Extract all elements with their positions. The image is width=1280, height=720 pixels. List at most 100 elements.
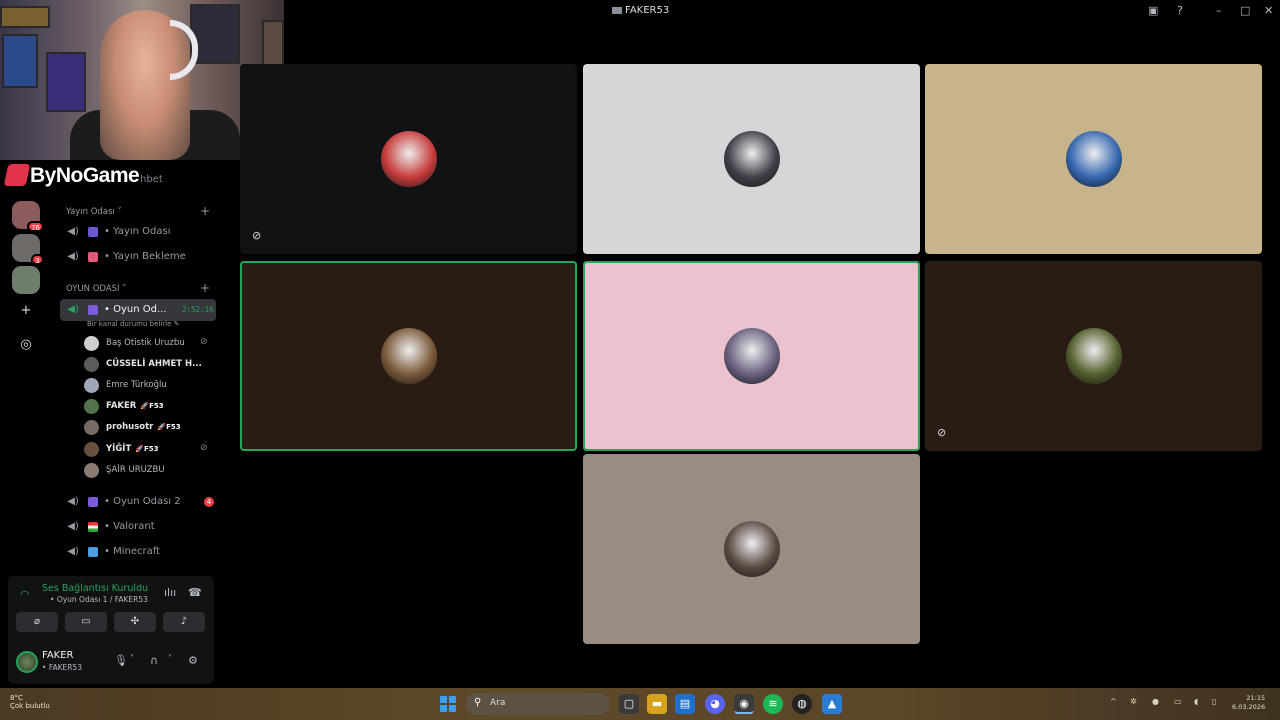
participant-tile[interactable]: ⊘ xyxy=(240,64,577,254)
battery-icon[interactable]: ▯ xyxy=(1212,697,1216,706)
taskbar-search[interactable]: ⚲ Ara xyxy=(466,693,610,715)
channel-oyun-odasi-2[interactable]: ◀) • Oyun Odası 2 4 xyxy=(60,491,216,513)
file-explorer-icon[interactable]: ▬ xyxy=(647,694,667,714)
speaker-icon: ◀) xyxy=(67,304,79,315)
window-title: FAKER53 xyxy=(612,5,669,16)
member-name: prohusotr 🚀F53 xyxy=(106,422,181,432)
brand-logo-icon xyxy=(3,164,31,186)
participant-tile[interactable] xyxy=(925,64,1262,254)
create-channel-icon[interactable]: + xyxy=(200,281,210,295)
avatar xyxy=(723,131,780,187)
chrome-icon[interactable]: ◉ xyxy=(734,694,754,714)
channel-yayin-bekleme[interactable]: ◀) • Yayın Bekleme xyxy=(60,246,216,268)
participant-tile[interactable] xyxy=(583,454,920,644)
voice-connection-panel: ◠ Ses Bağlantısı Kuruldu • Oyun Odası 1 … xyxy=(8,576,214,684)
channel-minecraft[interactable]: ◀) • Minecraft xyxy=(60,541,216,563)
system-clock[interactable]: 21:15 6.03.2026 xyxy=(1232,694,1265,712)
add-server-icon[interactable]: + xyxy=(17,302,35,320)
inbox-icon[interactable]: ▣ xyxy=(1148,4,1158,17)
unread-badge: 76 xyxy=(27,221,44,232)
network-icon[interactable]: ▭ xyxy=(1174,697,1182,706)
server-icon[interactable]: 76 xyxy=(12,201,44,232)
category-oyun[interactable]: OYUN ODASI ˅ xyxy=(66,284,126,294)
unread-badge: 3 xyxy=(31,254,44,265)
avatar xyxy=(84,442,99,457)
participant-tile[interactable] xyxy=(583,261,920,451)
server-icon[interactable] xyxy=(12,266,40,294)
avatar xyxy=(723,328,780,384)
avatar[interactable] xyxy=(16,651,38,673)
voice-member[interactable]: Baş Otistik Uruzbu ⊘ xyxy=(82,334,212,354)
signal-icon[interactable]: ◠ xyxy=(20,588,30,601)
avatar xyxy=(1065,131,1122,187)
channel-sidebar: Yayın Odası ˅ + ◀) • Yayın Odası ◀) • Ya… xyxy=(54,196,222,576)
member-tag: 🚀F53 xyxy=(157,423,181,431)
channel-emoji-icon xyxy=(88,227,98,237)
tray-app-icon[interactable]: ✲ xyxy=(1130,697,1137,706)
minimize-button[interactable]: – xyxy=(1216,4,1222,17)
disconnect-icon[interactable]: ☎ xyxy=(188,586,202,599)
screen-share-button[interactable]: ▭ xyxy=(65,612,107,632)
member-tag: 🚀F53 xyxy=(135,445,159,453)
speaker-icon: ◀) xyxy=(67,251,79,262)
maximize-button[interactable]: □ xyxy=(1240,4,1250,17)
voice-member[interactable]: Emre Türkoğlu xyxy=(82,376,212,396)
obs-icon[interactable]: ◍ xyxy=(792,694,812,714)
set-channel-status[interactable]: Bir kanal durumu belirle ✎ xyxy=(87,320,180,328)
help-icon[interactable]: ? xyxy=(1177,4,1183,17)
user-status: • FAKER53 xyxy=(42,663,82,672)
voice-member[interactable]: prohusotr 🚀F53 xyxy=(82,418,212,438)
voice-member[interactable]: ŞAİR URUZBU xyxy=(82,461,212,481)
server-icon[interactable]: 3 xyxy=(12,234,44,265)
muted-icon: ⊘ xyxy=(252,229,262,242)
photos-icon[interactable]: ▲ xyxy=(822,694,842,714)
avatar xyxy=(84,336,99,351)
channel-valorant[interactable]: ◀) • Valorant xyxy=(60,516,216,538)
avatar xyxy=(1065,328,1122,384)
headphones-icon[interactable]: ∩ xyxy=(150,654,158,667)
noise-suppression-icon[interactable]: ılıı xyxy=(164,586,176,599)
close-button[interactable]: ✕ xyxy=(1264,4,1273,17)
store-icon[interactable]: ▤ xyxy=(675,694,695,714)
soundboard-button[interactable]: ♪ xyxy=(163,612,205,632)
discover-icon[interactable]: ◎ xyxy=(17,336,35,354)
voice-timer: 2:52:16 xyxy=(182,305,214,314)
task-view-icon[interactable]: ▢ xyxy=(619,694,639,714)
participant-tile[interactable]: ⊘ xyxy=(925,261,1262,451)
gear-icon[interactable]: ⚙ xyxy=(188,654,198,667)
voice-location: • Oyun Odası 1 / FAKER53 xyxy=(50,595,148,604)
start-button[interactable] xyxy=(440,696,456,712)
voice-member[interactable]: FAKER 🚀F53 xyxy=(82,397,212,417)
tray-chevron-icon[interactable]: ^ xyxy=(1110,697,1117,706)
volume-icon[interactable]: ◖ xyxy=(1194,697,1198,706)
voice-member[interactable]: CÜSSELİ AHMET H... xyxy=(82,355,212,375)
member-name: Baş Otistik Uruzbu xyxy=(106,338,185,348)
camera-button[interactable]: ⌀ xyxy=(16,612,58,632)
channel-emoji-icon xyxy=(88,305,98,315)
wall-poster xyxy=(46,52,86,112)
microphone-icon[interactable]: 🎙 xyxy=(114,654,128,667)
voice-status[interactable]: Ses Bağlantısı Kuruldu xyxy=(42,583,148,594)
member-name: Emre Türkoğlu xyxy=(106,380,167,390)
speaker-icon: ◀) xyxy=(67,226,79,237)
weather-widget[interactable]: 8°C Çok bulutlu xyxy=(10,694,50,710)
discord-icon[interactable]: ◕ xyxy=(705,694,725,714)
participant-tile[interactable] xyxy=(240,261,577,451)
create-channel-icon[interactable]: + xyxy=(200,204,210,218)
channel-yayin-odasi[interactable]: ◀) • Yayın Odası xyxy=(60,221,216,243)
voice-member[interactable]: YİĞİT 🚀F53 ⊘ xyxy=(82,440,212,460)
avatar xyxy=(380,131,437,187)
server-rail: 76 3 + ◎ xyxy=(0,196,54,576)
activities-button[interactable]: ✣ xyxy=(114,612,156,632)
participant-tile[interactable] xyxy=(583,64,920,254)
category-yayin[interactable]: Yayın Odası ˅ xyxy=(66,207,122,217)
avatar xyxy=(84,357,99,372)
avatar xyxy=(84,463,99,478)
spotify-icon[interactable]: ≋ xyxy=(763,694,783,714)
member-name: FAKER 🚀F53 xyxy=(106,401,164,411)
chevron-down-icon[interactable]: ˅ xyxy=(130,654,134,663)
rocket-icon: 🚀 xyxy=(140,402,150,410)
chevron-down-icon[interactable]: ˅ xyxy=(168,654,172,663)
tray-app-icon[interactable]: ● xyxy=(1152,697,1159,706)
channel-oyun-odasi-1[interactable]: ◀) • Oyun Od... 2:52:16 xyxy=(60,299,216,321)
